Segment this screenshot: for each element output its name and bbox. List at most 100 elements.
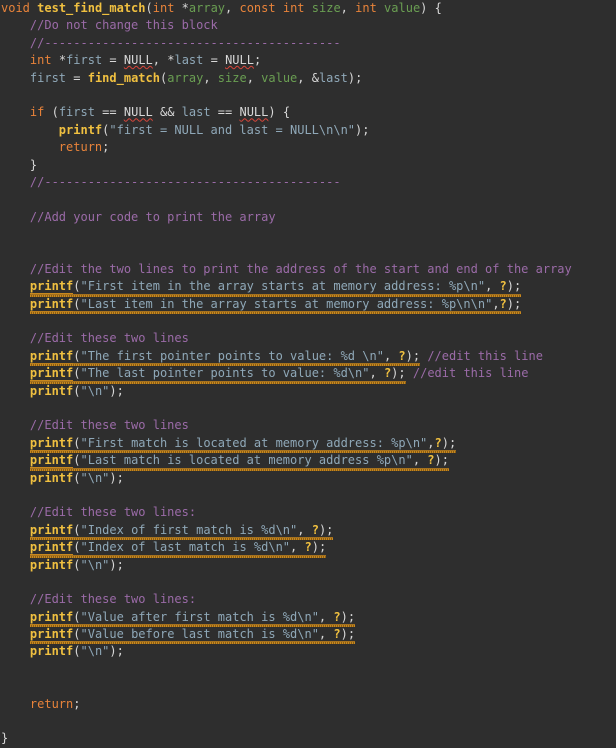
comma-1: ,: [225, 1, 240, 15]
code-line-close-function-brace: }: [0, 730, 616, 747]
param1-star: *: [181, 1, 189, 15]
param3-name: value: [384, 1, 421, 15]
assign-arg-size: size: [217, 70, 247, 85]
brace-close-function: }: [1, 731, 9, 746]
assign-eq: =: [66, 70, 88, 85]
function-name-printf: printf: [29, 453, 74, 469]
keyword-if: if: [29, 105, 45, 120]
comment-add-your-code: //Add your code to print the array: [29, 209, 276, 224]
assign-arg-array: array: [167, 70, 204, 85]
comment-separator-2: //--------------------------------------…: [29, 174, 341, 189]
code-line-printf-pointer-last: printf("The last pointer points to value…: [0, 365, 616, 385]
string-literal: "Index of first match is %d\n": [80, 522, 298, 537]
assign-arg-last: last: [318, 70, 348, 85]
function-name-printf: printf: [58, 122, 103, 137]
arg-placeholder: ?: [304, 540, 312, 555]
string-literal-newline: "\n": [80, 557, 110, 572]
arg-placeholder: ?: [333, 609, 341, 624]
code-line-comment-edit-address: //Edit the two lines to print the addres…: [0, 261, 616, 278]
arg-separator: ,: [427, 435, 435, 450]
comment-edit-these-two-lines-colon: //Edit these two lines:: [29, 592, 197, 607]
code-line-printf-address-last: printf("Last item in the array starts at…: [0, 296, 616, 315]
code-line-printf-newline-4: printf("\n");: [29, 644, 124, 659]
arg-placeholder: ?: [427, 453, 435, 468]
brace-close-if: }: [29, 157, 38, 172]
arg-placeholder: ?: [499, 296, 507, 311]
comment-separator: //--------------------------------------…: [29, 35, 341, 50]
arg-separator: ,: [383, 348, 399, 363]
comment-do-not-change: //Do not change this block: [29, 18, 218, 33]
code-line-assign-find-match: first = find_match(array, size, value, &…: [29, 70, 363, 85]
decl-var-first: first: [66, 53, 103, 68]
brace-open: {: [427, 1, 442, 15]
code-line-comment-edit-index: //Edit these two lines:: [0, 504, 616, 521]
code-line-comment-do-not-change: //Do not change this block: [0, 17, 616, 34]
assign-lhs: first: [29, 70, 67, 85]
error-underline-group: printf("Value before last match is %d\n"…: [29, 626, 356, 645]
assign-arg-value: value: [261, 70, 298, 85]
decl-eq-1: =: [102, 53, 124, 68]
decl-null-2: NULL: [225, 53, 254, 68]
param1-name: array: [188, 1, 226, 15]
arg-placeholder: ?: [434, 435, 442, 450]
param2-const: const: [239, 1, 276, 15]
string-literal-null-message: "first = NULL and last = NULL\n\n": [109, 122, 356, 137]
decl-var-last: last: [174, 53, 204, 68]
function-name-printf: printf: [29, 435, 74, 451]
function-name-printf: printf: [29, 557, 74, 572]
error-underline-group: printf("Last item in the array starts at…: [29, 296, 522, 315]
arg-separator: ,: [297, 522, 312, 537]
decl-comma: ,: [152, 53, 168, 68]
code-line-printf-match-last: printf("Last match is located at memory …: [0, 452, 616, 472]
code-line-comment-edit-match-address: //Edit these two lines: [0, 417, 616, 434]
function-name-find-match: find_match: [87, 70, 160, 85]
assign-ampersand: &: [311, 70, 319, 85]
code-line-printf-newline-1: printf("\n");: [29, 383, 124, 398]
string-literal: "First match is located at memory addres…: [80, 435, 428, 450]
code-line-close-if-brace: }: [0, 157, 616, 174]
function-name-printf: printf: [29, 644, 74, 659]
comment-edit-this-line: //edit this line: [412, 366, 529, 381]
string-literal: "Last item in the array starts at memory…: [80, 296, 493, 311]
function-name-printf: printf: [29, 540, 74, 556]
string-literal-newline: "\n": [80, 383, 110, 398]
comment-edit-two-lines-address: //Edit the two lines to print the addres…: [29, 261, 572, 276]
code-line-printf-value-before: printf("Value before last match is %d\n"…: [0, 626, 616, 645]
code-line-separator-top: //--------------------------------------…: [0, 35, 616, 52]
error-underline-group: printf("Index of last match is %d\n", ?)…: [29, 539, 327, 558]
decl-semi: ;: [253, 53, 262, 68]
string-literal-newline: "\n": [80, 470, 110, 485]
decl-eq-2: =: [203, 53, 226, 68]
arg-separator: ,: [369, 366, 384, 381]
function-name-printf: printf: [29, 279, 74, 295]
error-underline-group: printf("First item in the array starts a…: [29, 278, 522, 298]
code-line-separator-bottom: //--------------------------------------…: [0, 174, 616, 191]
code-line-comment-add-your-code: //Add your code to print the array: [0, 209, 616, 226]
if-null-2: NULL: [239, 105, 269, 120]
param3-type: int: [355, 1, 377, 15]
string-literal: "Index of last match is %d\n": [80, 540, 291, 555]
function-name-printf: printf: [29, 609, 74, 625]
function-name-test-find-match: test_find_match: [37, 1, 146, 15]
error-underline-group: printf("The first pointer points to valu…: [29, 348, 421, 367]
code-editor-pane[interactable]: void test_find_match(int *array, const i…: [0, 0, 616, 745]
string-literal: "The first pointer points to value: %d \…: [80, 348, 384, 363]
if-null-1: NULL: [123, 105, 153, 120]
code-line-printf-index-last: printf("Index of last match is %d\n", ?)…: [0, 539, 616, 558]
if-var-last: last: [181, 105, 211, 120]
error-underline-group: printf("First match is located at memory…: [29, 435, 457, 454]
function-name-printf: printf: [29, 522, 74, 538]
param1-type: int: [152, 1, 175, 15]
param2-type: int: [282, 1, 305, 15]
string-literal: "Last match is located at memory address…: [80, 453, 413, 468]
keyword-return-early: return: [58, 140, 103, 155]
code-line-printf-address-first: printf("First item in the array starts a…: [0, 278, 616, 298]
